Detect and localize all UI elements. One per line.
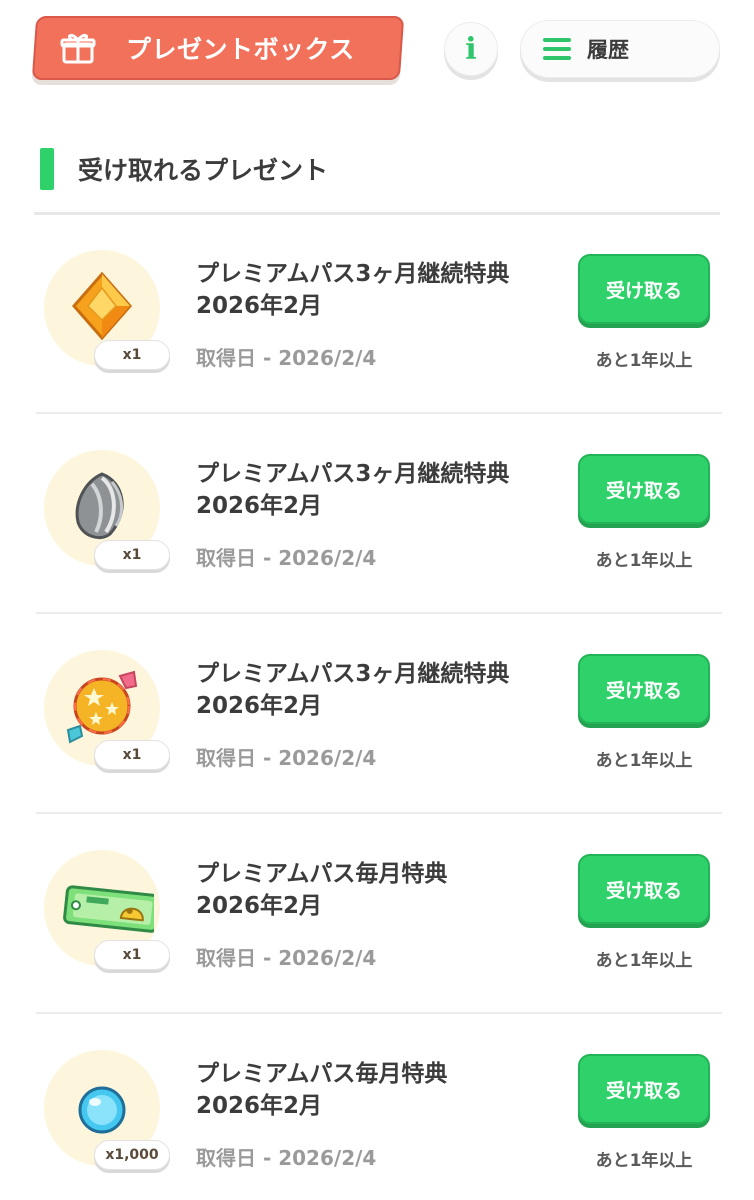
section-accent-bar [40, 148, 54, 190]
list-item: x1 プレミアムパス3ヶ月継続特典 2026年2月 取得日 - 2026/2/4… [36, 414, 722, 614]
claim-button[interactable]: 受け取る [578, 654, 710, 724]
page-title: プレゼントボックス [126, 35, 355, 64]
info-icon: i [465, 31, 477, 67]
item-name-line1: プレミアムパス3ヶ月継続特典 [196, 261, 510, 287]
claim-button[interactable]: 受け取る [578, 454, 710, 524]
quantity-badge: x1 [94, 940, 170, 970]
item-name: プレミアムパス3ヶ月継続特典 2026年2月 [196, 258, 576, 322]
remaining-time: あと1年以上 [595, 951, 693, 971]
remaining-time: あと1年以上 [595, 551, 693, 571]
quantity-badge: x1 [94, 740, 170, 770]
menu-icon [543, 38, 571, 60]
item-date: 取得日 - 2026/2/4 [196, 746, 377, 770]
remaining-time: あと1年以上 [595, 1151, 693, 1171]
present-box-tab: プレゼントボックス [31, 16, 405, 80]
item-name: プレミアムパス毎月特典 2026年2月 [196, 858, 576, 922]
info-button[interactable]: i [444, 22, 498, 76]
item-date: 取得日 - 2026/2/4 [196, 946, 377, 970]
history-label: 履歴 [587, 38, 629, 62]
item-name: プレミアムパス毎月特典 2026年2月 [196, 1058, 576, 1122]
list-item: x1 プレミアムパス3ヶ月継続特典 2026年2月 取得日 - 2026/2/4… [36, 214, 722, 414]
remaining-time: あと1年以上 [595, 351, 693, 371]
claim-button[interactable]: 受け取る [578, 254, 710, 324]
history-button[interactable]: 履歴 [520, 20, 720, 78]
list-item: x1,000 プレミアムパス毎月特典 2026年2月 取得日 - 2026/2/… [36, 1014, 722, 1200]
item-name: プレミアムパス3ヶ月継続特典 2026年2月 [196, 458, 576, 522]
item-name-line2: 2026年2月 [196, 1093, 323, 1119]
gift-icon [60, 33, 96, 64]
list-item: x1 プレミアムパス毎月特典 2026年2月 取得日 - 2026/2/4 受け… [36, 814, 722, 1014]
item-name-line2: 2026年2月 [196, 293, 323, 319]
quantity-badge: x1 [94, 540, 170, 570]
header: プレゼントボックス i 履歴 [0, 0, 754, 110]
claim-button[interactable]: 受け取る [578, 854, 710, 924]
list-item: x1 プレミアムパス3ヶ月継続特典 2026年2月 取得日 - 2026/2/4… [36, 614, 722, 814]
section-header: 受け取れるプレゼント [40, 147, 328, 191]
item-date: 取得日 - 2026/2/4 [196, 546, 377, 570]
item-date: 取得日 - 2026/2/4 [196, 346, 377, 370]
quantity-badge: x1,000 [94, 1140, 170, 1170]
star-candy-icon [66, 670, 138, 744]
item-date: 取得日 - 2026/2/4 [196, 1146, 377, 1170]
remaining-time: あと1年以上 [595, 751, 693, 771]
seed-icon [75, 472, 124, 539]
claim-button[interactable]: 受け取る [578, 1054, 710, 1124]
item-name-line1: プレミアムパス毎月特典 [196, 861, 448, 887]
item-name-line2: 2026年2月 [196, 893, 323, 919]
ticket-icon [63, 885, 154, 933]
item-name-line2: 2026年2月 [196, 493, 323, 519]
item-name-line1: プレミアムパス3ヶ月継続特典 [196, 461, 510, 487]
blue-orb-icon [78, 1086, 126, 1134]
quantity-badge: x1 [94, 340, 170, 370]
item-name-line1: プレミアムパス毎月特典 [196, 1061, 448, 1087]
item-name: プレミアムパス3ヶ月継続特典 2026年2月 [196, 658, 576, 722]
item-name-line2: 2026年2月 [196, 693, 323, 719]
section-title: 受け取れるプレゼント [78, 156, 329, 185]
orange-gem-icon [72, 271, 132, 341]
item-name-line1: プレミアムパス3ヶ月継続特典 [196, 661, 510, 687]
